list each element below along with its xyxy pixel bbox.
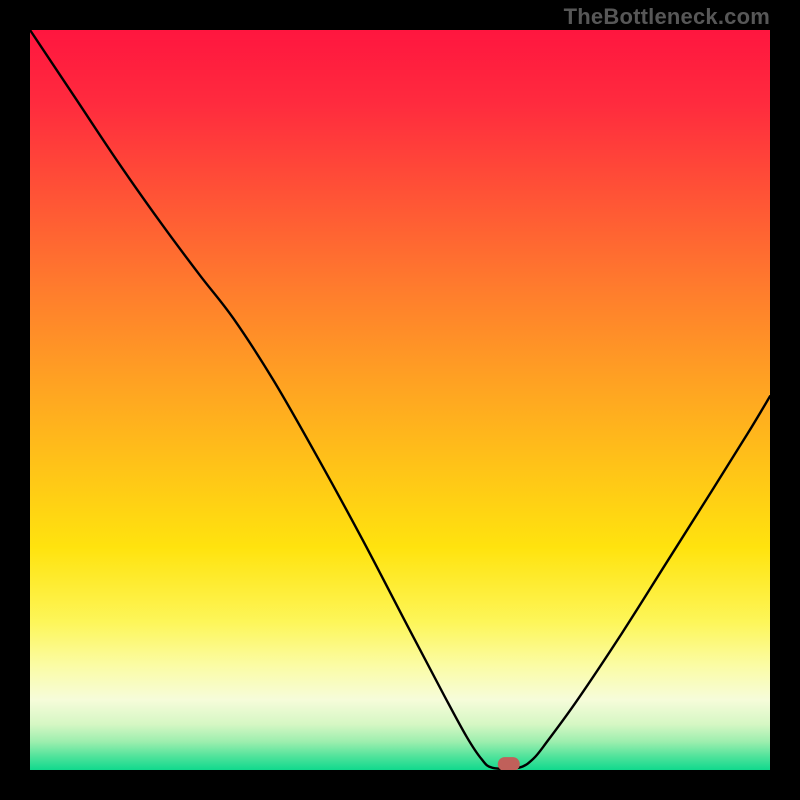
- chart-stage: TheBottleneck.com: [0, 0, 800, 800]
- plot-area: [30, 30, 770, 770]
- chart-svg: [30, 30, 770, 770]
- gradient-background: [30, 30, 770, 770]
- optimum-marker: [498, 757, 520, 770]
- watermark-text: TheBottleneck.com: [564, 4, 770, 30]
